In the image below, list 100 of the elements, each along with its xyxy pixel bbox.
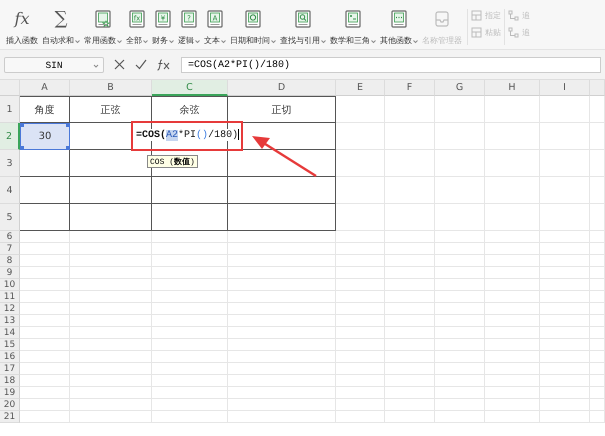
grid-cell [435,279,485,291]
grid-cell [435,204,485,231]
ribbon-button[interactable]: 常用函数 [82,9,124,46]
grid-cell [435,267,485,279]
name-box[interactable]: SIN [4,56,104,72]
column-header[interactable]: G [435,80,485,96]
grid-cell [485,231,540,243]
ribbon-button[interactable]: 其他函数 [378,9,420,46]
grid-cell [20,411,70,423]
row-header[interactable]: 9 [0,267,20,279]
column-header[interactable]: F [385,80,435,96]
column-header[interactable]: B [70,80,152,96]
row-header[interactable]: 1 [0,96,20,123]
row-header[interactable]: 2 [0,123,20,150]
ribbon-button[interactable]: 日期和时间 [228,9,278,46]
grid-cell [336,375,385,387]
grid-cell [20,243,70,255]
grid-cell [336,279,385,291]
row-header[interactable]: 13 [0,315,20,327]
grid-cell [385,96,435,123]
row-header[interactable]: 10 [0,279,20,291]
grid-cell [20,363,70,375]
function-icon[interactable] [157,58,171,70]
grid-cell [435,375,485,387]
book-icon [94,10,112,28]
grid-cell [385,204,435,231]
grid-cell [435,339,485,351]
column-header[interactable]: H [485,80,540,96]
grid-cell [435,387,485,399]
function-tooltip: COS (数值) [147,155,198,168]
checkmark-icon[interactable] [135,59,147,70]
column-header[interactable]: C [152,80,228,96]
grid-cell [385,255,435,267]
grid-cell [336,255,385,267]
column-header[interactable]: D [228,80,336,96]
grid-cell [590,363,605,375]
row-header[interactable]: 12 [0,303,20,315]
row-header[interactable]: 20 [0,399,20,411]
grid-cell [485,96,540,123]
grid-cell [385,243,435,255]
row-header[interactable]: 18 [0,375,20,387]
grid-cell [435,399,485,411]
row-header[interactable]: 3 [0,150,20,177]
grid-cell [540,123,590,150]
row-header[interactable]: 21 [0,411,20,423]
grid-cell [20,231,70,243]
grid-cell [385,327,435,339]
grid-cell [20,279,70,291]
grid-cell [540,267,590,279]
formula-input[interactable]: =COS(A2*PI()/180) [181,56,601,72]
grid-cell [590,243,605,255]
cell-formula-editor[interactable]: =COS(A2*PI()/180) [136,129,240,142]
grid-cell [336,411,385,423]
grid-cell [20,255,70,267]
row-header[interactable]: 14 [0,327,20,339]
grid-cell [385,387,435,399]
column-header[interactable]: A [20,80,70,96]
ribbon-button[interactable]: 数学和三角 [328,9,378,46]
tree-icon [508,10,519,21]
row-header[interactable]: 19 [0,387,20,399]
row-header[interactable]: 4 [0,177,20,204]
grid-cell [540,327,590,339]
grid-cell [336,351,385,363]
text-cursor [238,129,240,140]
grid-cell [336,177,385,204]
grid-cell [590,150,605,177]
row-header[interactable]: 6 [0,231,20,243]
grid-cell [336,231,385,243]
grid-cell [336,303,385,315]
grid-cell [485,150,540,177]
grid-cell [540,204,590,231]
grid-cell [435,303,485,315]
tray-icon [433,10,451,28]
ribbon-button[interactable]: fx 插入函数 [4,9,40,46]
grid-cell [485,279,540,291]
grid-cell [590,255,605,267]
ribbon-button[interactable]: ∑ 自动求和 [40,9,82,46]
grid-cell [435,243,485,255]
row-header[interactable]: 16 [0,351,20,363]
close-icon[interactable] [114,59,125,70]
row-header[interactable]: 15 [0,339,20,351]
column-header[interactable]: I [540,80,590,96]
row-header[interactable]: 17 [0,363,20,375]
ribbon-button[interactable]: 查找与引用 [278,9,328,46]
grid-cell [485,375,540,387]
grid-cell [20,315,70,327]
grid-cell [20,303,70,315]
row-header[interactable]: 8 [0,255,20,267]
grid-cell [385,399,435,411]
grid-cell [385,363,435,375]
column-header[interactable]: E [336,80,385,96]
grid-cell [540,279,590,291]
row-header[interactable]: 11 [0,291,20,303]
grid-cell [385,291,435,303]
grid-cell [435,150,485,177]
row-header[interactable]: 7 [0,243,20,255]
grid-cell [20,267,70,279]
row-header[interactable]: 5 [0,204,20,231]
grid-cell [540,96,590,123]
grid-cell [590,279,605,291]
